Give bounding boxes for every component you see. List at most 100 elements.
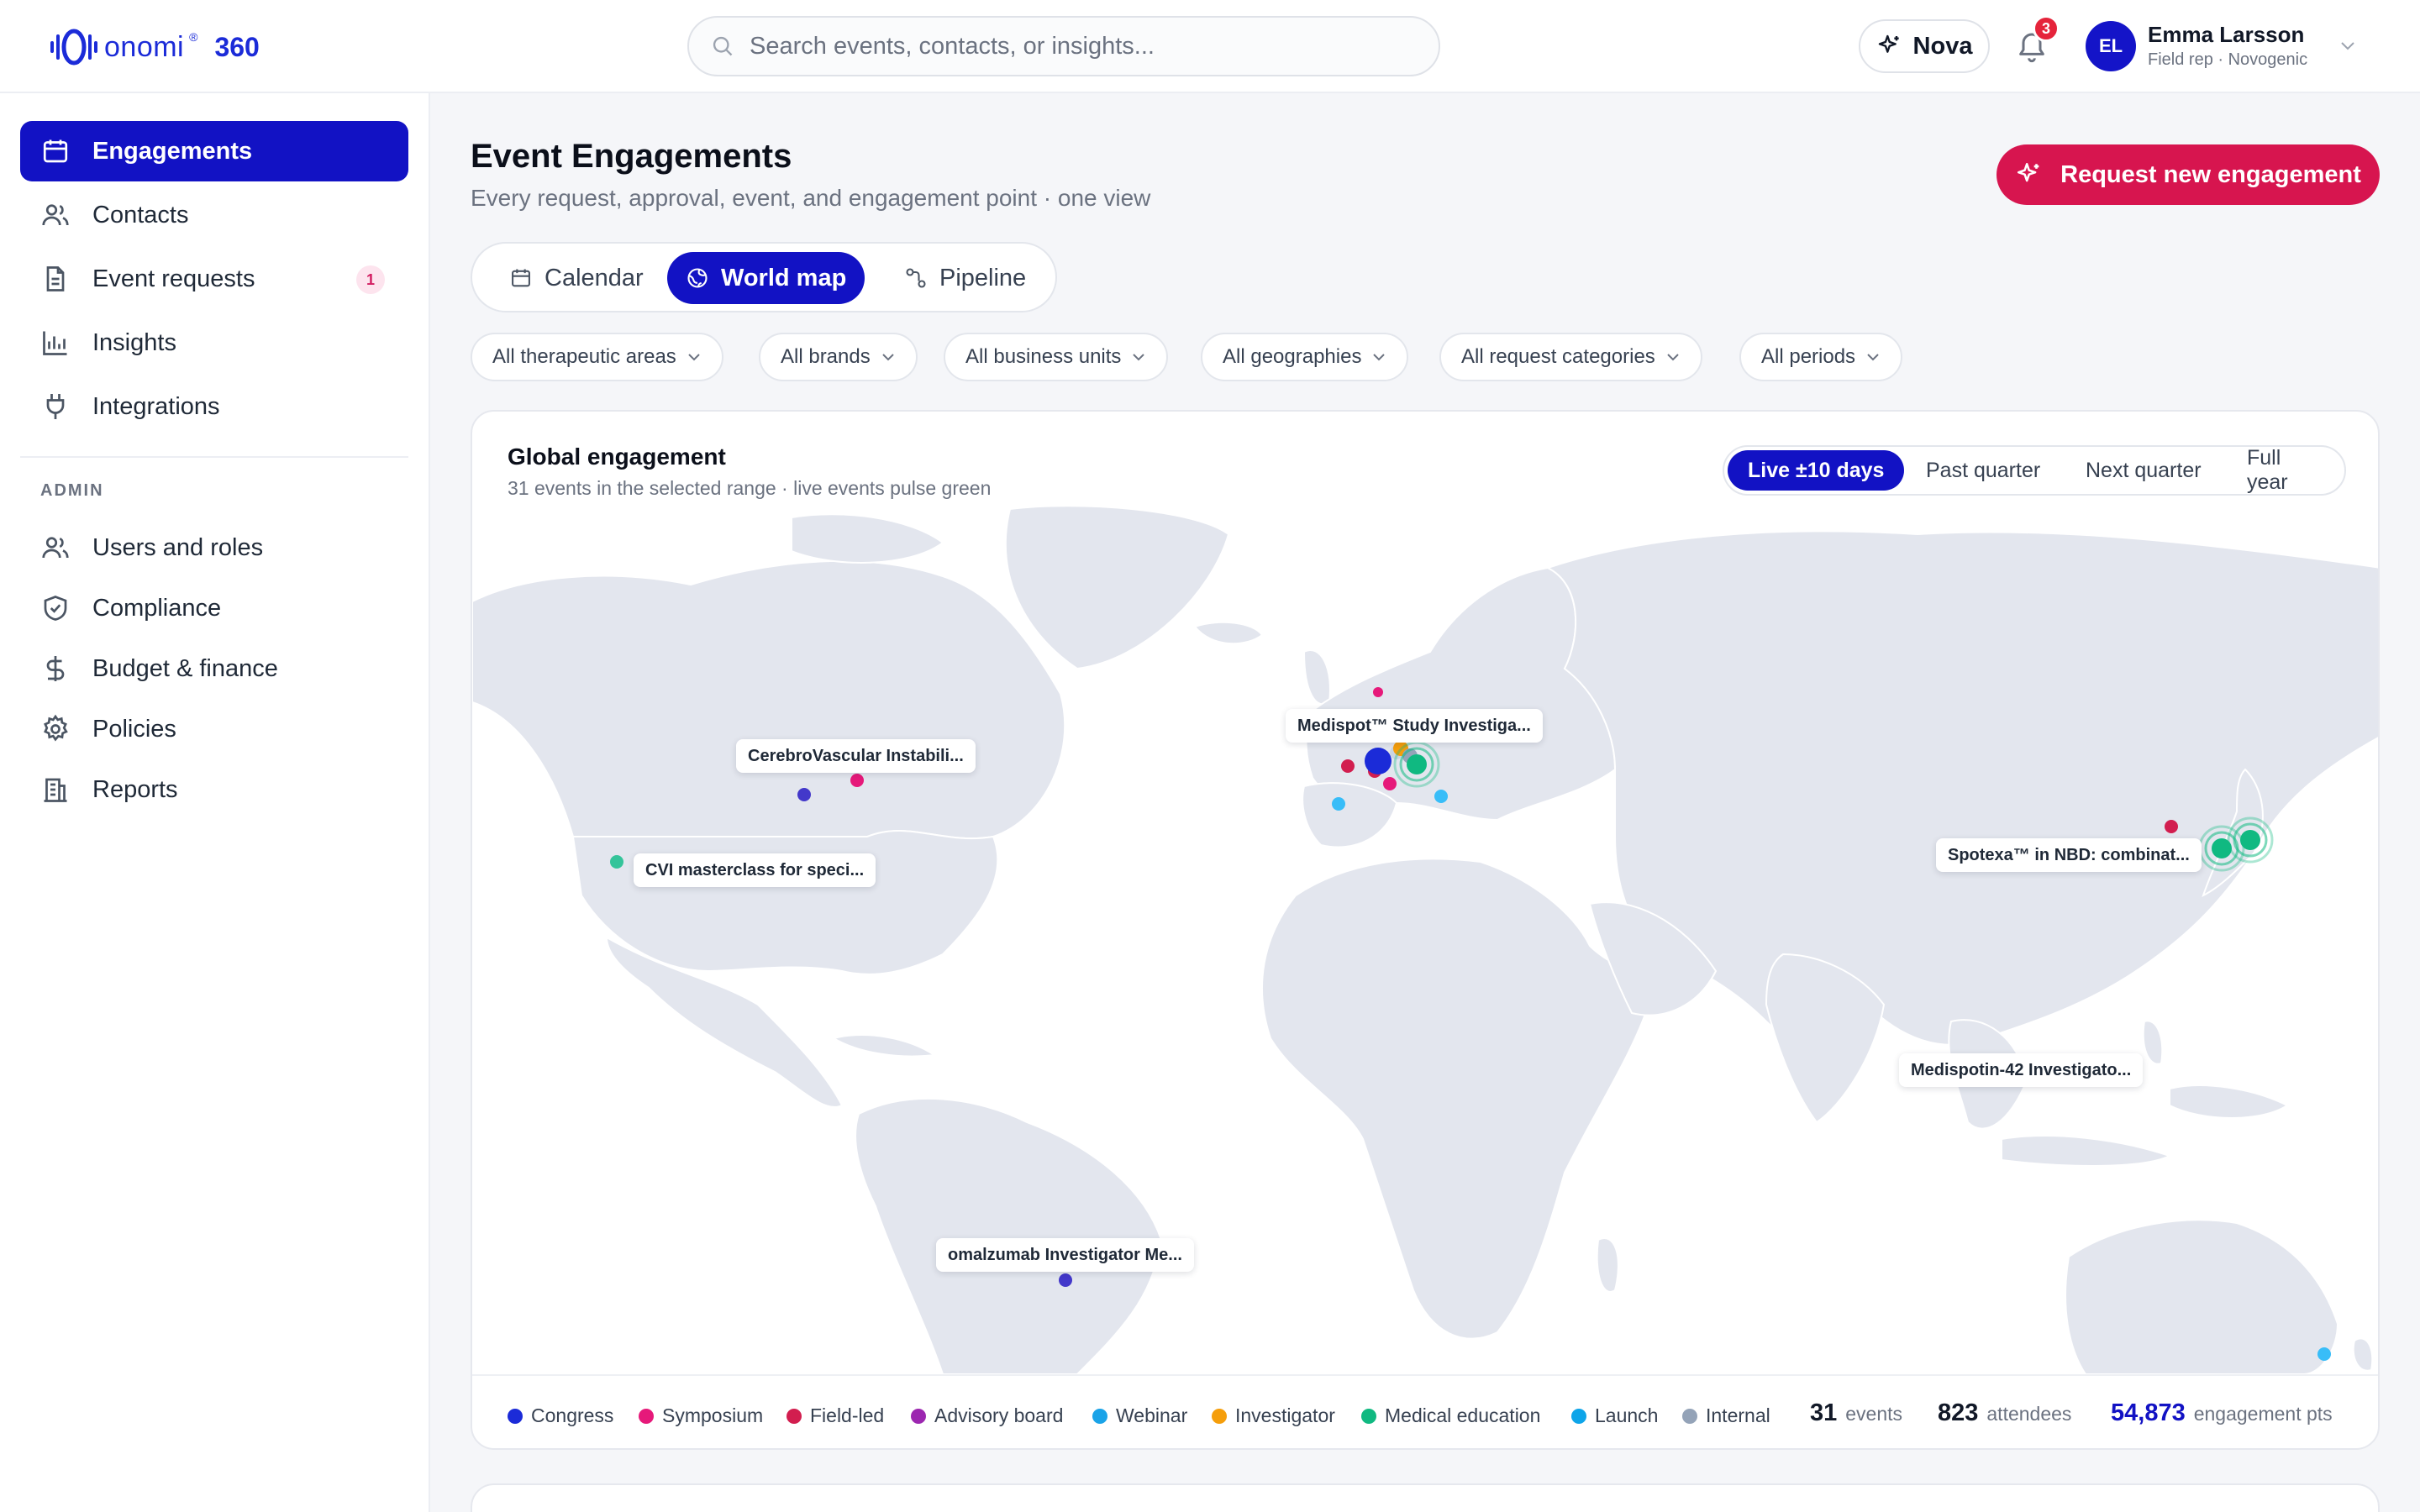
filter-label: All brands [781,345,871,368]
view-switcher: Calendar World map Pipeline [471,242,1057,312]
users-icon [42,537,69,559]
event-marker[interactable] [1332,797,1345,811]
event-callout[interactable]: Medispotin-42 Investigato... [1899,1053,2144,1087]
sidebar-item-compliance[interactable]: Compliance [20,578,408,638]
sidebar-item-label: Engagements [92,137,253,165]
event-marker[interactable] [1059,1273,1072,1287]
sidebar-item-users-and-roles[interactable]: Users and roles [20,517,408,578]
legend-label: Congress [531,1404,614,1426]
legend-swatch [1092,1408,1107,1424]
stat-value: 54,873 [2111,1399,2186,1426]
tab-calendar[interactable]: Calendar [491,252,662,304]
request-new-engagement-button[interactable]: Request new engagement [1996,144,2380,205]
sidebar-item-integrations[interactable]: Integrations [20,376,408,437]
sidebar-item-event-requests[interactable]: Event requests 1 [20,249,408,309]
stat-attendees: 823 attendees [1938,1399,2071,1427]
sidebar-item-budget-finance[interactable]: Budget & finance [20,638,408,699]
range-next-quarter[interactable]: Next quarter [2065,450,2222,491]
sidebar-item-label: Reports [92,775,178,803]
range-switcher: Live ±10 days Past quarter Next quarter … [1723,445,2346,496]
tab-pipeline[interactable]: Pipeline [886,252,1044,304]
request-button-label: Request new engagement [2060,160,2361,188]
brand-reg-mark: ® [189,30,198,44]
event-marker[interactable] [1383,777,1397,790]
event-callout[interactable]: Medispot™ Study Investiga... [1286,709,1543,743]
legend-investigator: Investigator [1212,1404,1335,1427]
global-engagement-card: Global engagement 31 events in the selec… [471,410,2380,1450]
event-callout[interactable]: omalzumab Investigator Me... [936,1238,1194,1272]
legend-label: Field-led [810,1404,885,1426]
event-callout[interactable]: CVI masterclass for speci... [634,853,876,887]
sparkle-icon [1878,34,1899,53]
nova-label: Nova [1912,32,1973,60]
sidebar-item-contacts[interactable]: Contacts [20,185,408,245]
sidebar-item-reports[interactable]: Reports [20,759,408,820]
legend-swatch [786,1408,802,1424]
notification-count-badge: 3 [2033,15,2060,42]
brand-name: onomi [104,30,185,63]
live-event-marker[interactable] [1407,754,1427,774]
sidebar-item-engagements[interactable]: Engagements [20,121,408,181]
filter-request-categories[interactable]: All request categories [1439,333,1702,381]
tab-world-map[interactable]: World map [667,252,865,304]
filter-geographies[interactable]: All geographies [1201,333,1409,381]
live-event-marker[interactable] [2240,830,2260,850]
event-marker[interactable] [797,788,811,801]
event-marker[interactable] [2165,820,2178,833]
event-callout[interactable]: Spotexa™ in NBD: combinat... [1936,838,2202,872]
top-header: onomi ® 360 Nova 3 EL Emma Larsson Field… [0,0,2420,93]
event-marker[interactable] [610,855,623,869]
chevron-down-icon [1867,354,1879,361]
legend-swatch [1212,1408,1227,1424]
brand-suffix: 360 [214,31,260,62]
event-marker[interactable] [850,774,864,787]
brand-logo[interactable]: onomi ® 360 [49,25,260,69]
event-marker[interactable] [2317,1347,2331,1361]
legend-launch: Launch [1571,1404,1658,1427]
event-callout[interactable]: CerebroVascular Instabili... [736,739,976,773]
tab-label: Pipeline [939,264,1027,291]
map-legend: Congress Symposium Field-led Advisory bo… [472,1374,2378,1448]
avatar[interactable]: EL [2086,21,2136,71]
filter-brands[interactable]: All brands [759,333,918,381]
sidebar-item-policies[interactable]: Policies [20,699,408,759]
event-requests-count-badge: 1 [356,265,385,294]
sidebar-item-label: Contacts [92,201,189,228]
user-name[interactable]: Emma Larsson [2148,22,2304,48]
range-past-quarter[interactable]: Past quarter [1906,450,2060,491]
sidebar-section-admin: ADMIN [40,481,104,500]
chevron-down-icon [1373,354,1386,361]
sidebar: Engagements Contacts Event requests 1 In… [0,93,430,1512]
stat-value: 823 [1938,1399,1979,1426]
legend-label: Investigator [1235,1404,1335,1426]
filter-label: All request categories [1461,345,1655,368]
dollar-icon [46,656,65,681]
world-map[interactable] [472,501,2380,1374]
document-icon [46,266,65,291]
legend-symposium: Symposium [639,1404,763,1427]
sparkle-icon [2018,162,2039,182]
stat-label: events [1845,1403,1903,1425]
event-marker-large[interactable] [1365,748,1392,774]
legend-congress: Congress [508,1404,613,1427]
nova-assistant-button[interactable]: Nova [1859,19,1990,73]
event-marker[interactable] [1341,759,1355,773]
users-icon [42,204,69,226]
event-marker[interactable] [1373,687,1383,697]
legend-swatch [1682,1408,1697,1424]
filter-business-units[interactable]: All business units [944,333,1169,381]
stat-engagement-points: 54,873 engagement pts [2111,1399,2333,1427]
range-live[interactable]: Live ±10 days [1728,450,1905,491]
search-input[interactable] [750,32,1388,60]
global-search[interactable] [687,16,1440,76]
stat-label: attendees [1986,1403,2072,1425]
continents [472,505,2378,1374]
event-marker[interactable] [1434,790,1448,803]
filter-periods[interactable]: All periods [1739,333,1903,381]
range-full-year[interactable]: Full year [2227,446,2344,494]
chevron-down-icon[interactable] [2338,37,2358,54]
legend-swatch [911,1408,926,1424]
filter-therapeutic-areas[interactable]: All therapeutic areas [471,333,723,381]
legend-label: Advisory board [934,1404,1064,1426]
sidebar-item-insights[interactable]: Insights [20,312,408,373]
